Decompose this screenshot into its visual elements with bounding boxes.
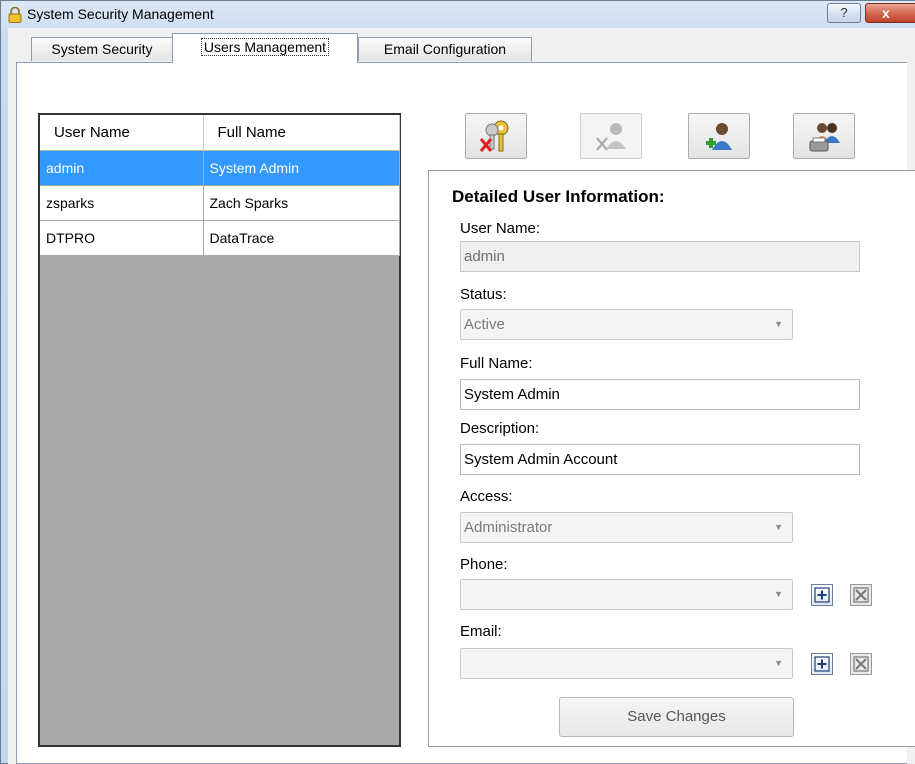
tab-label: System Security bbox=[51, 41, 153, 57]
email-select[interactable]: ▼ bbox=[460, 648, 793, 679]
save-changes-button[interactable]: Save Changes bbox=[559, 697, 794, 737]
add-email-button[interactable] bbox=[811, 653, 833, 675]
users-grid[interactable]: User Name Full Name admin System Admin z… bbox=[38, 113, 401, 747]
access-value: Administrator bbox=[464, 519, 553, 536]
add-phone-button[interactable] bbox=[811, 584, 833, 606]
tab-label: Users Management bbox=[200, 38, 330, 56]
user-name-label: User Name: bbox=[460, 220, 541, 237]
chevron-down-icon: ▼ bbox=[774, 522, 783, 532]
chevron-down-icon: ▼ bbox=[774, 658, 783, 668]
phone-select[interactable]: ▼ bbox=[460, 579, 793, 610]
plus-icon bbox=[814, 587, 830, 603]
chevron-down-icon: ▼ bbox=[774, 589, 783, 599]
add-user-icon bbox=[706, 123, 732, 150]
column-header-user-name[interactable]: User Name bbox=[40, 115, 204, 151]
plus-icon bbox=[814, 656, 830, 672]
full-name-field[interactable]: System Admin bbox=[460, 379, 860, 410]
access-label: Access: bbox=[460, 488, 513, 505]
status-value: Active bbox=[464, 316, 505, 333]
cell-user-name[interactable]: zsparks bbox=[40, 185, 204, 221]
phone-label: Phone: bbox=[460, 556, 508, 573]
user-name-field[interactable]: admin bbox=[460, 241, 860, 272]
add-user-button[interactable] bbox=[688, 113, 750, 159]
description-label: Description: bbox=[460, 420, 540, 437]
column-header-full-name[interactable]: Full Name bbox=[203, 115, 400, 151]
delete-icon bbox=[853, 587, 869, 603]
access-select[interactable]: Administrator ▼ bbox=[460, 512, 793, 543]
padlock-icon bbox=[8, 7, 22, 23]
status-select[interactable]: Active ▼ bbox=[460, 309, 793, 340]
delete-user-button[interactable] bbox=[580, 113, 642, 159]
print-users-button[interactable] bbox=[793, 113, 855, 159]
delete-phone-button[interactable] bbox=[850, 584, 872, 606]
table-row[interactable]: admin System Admin bbox=[40, 150, 400, 186]
reset-password-button[interactable] bbox=[465, 113, 527, 159]
cell-full-name[interactable]: DataTrace bbox=[203, 220, 400, 256]
table-row[interactable]: DTPRO DataTrace bbox=[40, 220, 400, 256]
close-button[interactable]: x bbox=[865, 3, 915, 23]
keys-reset-password-icon bbox=[479, 120, 509, 152]
chevron-down-icon: ▼ bbox=[774, 319, 783, 329]
cell-user-name[interactable]: DTPRO bbox=[40, 220, 204, 256]
tab-label: Email Configuration bbox=[383, 41, 507, 57]
status-label: Status: bbox=[460, 286, 507, 303]
tab-email-configuration[interactable]: Email Configuration bbox=[358, 37, 532, 61]
tab-system-security[interactable]: System Security bbox=[31, 37, 173, 61]
print-users-icon bbox=[809, 123, 840, 152]
window-title: System Security Management bbox=[27, 6, 214, 22]
description-field[interactable]: System Admin Account bbox=[460, 444, 860, 475]
cell-full-name[interactable]: System Admin bbox=[203, 150, 400, 186]
full-name-label: Full Name: bbox=[460, 355, 533, 372]
title-bar[interactable]: System Security Management ? x bbox=[1, 1, 915, 29]
grid-header: User Name Full Name bbox=[40, 115, 400, 151]
cell-full-name[interactable]: Zach Sparks bbox=[203, 185, 400, 221]
help-button[interactable]: ? bbox=[827, 3, 861, 23]
delete-user-icon bbox=[596, 123, 626, 151]
table-row[interactable]: zsparks Zach Sparks bbox=[40, 185, 400, 221]
tab-users-management[interactable]: Users Management bbox=[172, 33, 358, 63]
email-label: Email: bbox=[460, 623, 502, 640]
delete-icon bbox=[853, 656, 869, 672]
delete-email-button[interactable] bbox=[850, 653, 872, 675]
details-title: Detailed User Information: bbox=[452, 187, 665, 206]
cell-user-name[interactable]: admin bbox=[40, 150, 204, 186]
